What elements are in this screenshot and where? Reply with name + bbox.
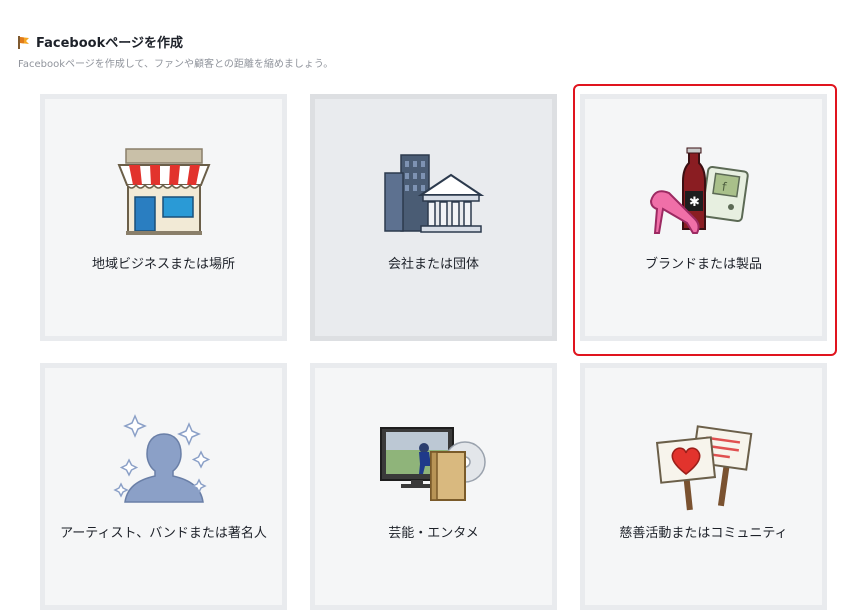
category-card-entertainment[interactable]: 芸能・エンタメ [310,363,557,610]
category-card-cause-community[interactable]: 慈善活動またはコミュニティ [580,363,827,610]
page-header: Facebookページを作成 Facebookページを作成して、ファンや顧客との… [16,32,333,70]
products-icon: f ✱ [649,147,749,234]
category-card-brand-product[interactable]: f ✱ ブランドまたは製品 [580,94,827,341]
category-label: ブランドまたは製品 [644,257,762,272]
category-label: 会社または団体 [387,257,479,272]
celebrity-silhouette-icon [112,414,210,503]
entertainment-media-icon [379,427,486,501]
category-card-artist[interactable]: アーティスト、バンドまたは著名人 [40,363,287,610]
protest-signs-heart-icon [655,425,752,511]
office-buildings-icon [383,154,484,233]
storefront-icon [117,148,210,235]
page-subtitle: Facebookページを作成して、ファンや顧客との距離を縮めましょう。 [18,59,334,70]
category-card-company[interactable]: 会社または団体 [310,94,557,341]
category-label: 慈善活動またはコミュニティ [619,526,788,541]
page-title: Facebookページを作成 [36,36,183,51]
category-label: 芸能・エンタメ [388,526,479,541]
category-card-local-business[interactable]: 地域ビジネスまたは場所 [40,94,287,341]
page-flag-icon [18,35,29,49]
category-label: アーティスト、バンドまたは著名人 [60,526,267,541]
svg-text:✱: ✱ [689,195,700,210]
category-label: 地域ビジネスまたは場所 [91,257,235,272]
